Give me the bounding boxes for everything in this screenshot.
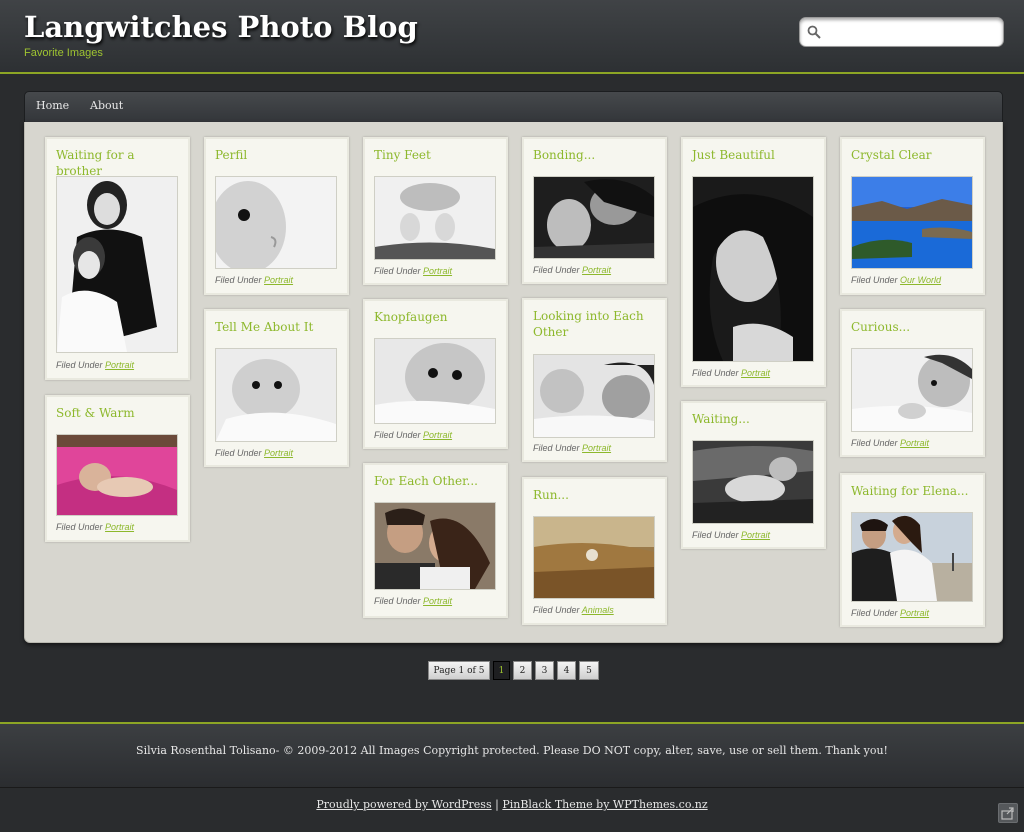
- post-meta: Filed Under Portrait: [374, 266, 453, 276]
- category-link[interactable]: Portrait: [105, 522, 134, 532]
- post-thumbnail[interactable]: [215, 348, 337, 442]
- post-card[interactable]: Just Beautiful Filed Under Portrait: [681, 137, 826, 387]
- post-title[interactable]: Soft & Warm: [56, 405, 181, 421]
- category-link[interactable]: Portrait: [900, 438, 929, 448]
- post-title[interactable]: Tiny Feet: [374, 147, 499, 163]
- post-thumbnail[interactable]: [374, 338, 496, 424]
- post-title[interactable]: Just Beautiful: [692, 147, 817, 163]
- post-meta: Filed Under Portrait: [851, 608, 930, 618]
- post-thumbnail[interactable]: [851, 348, 973, 432]
- category-link[interactable]: Portrait: [582, 265, 611, 275]
- post-title[interactable]: Looking into Each Other: [533, 308, 658, 340]
- main-nav: Home About: [24, 91, 1003, 123]
- post-meta: Filed Under Portrait: [692, 368, 771, 378]
- post-thumbnail[interactable]: [692, 440, 814, 524]
- post-thumbnail[interactable]: [374, 176, 496, 260]
- theme-link[interactable]: PinBlack Theme by WPThemes.co.nz: [502, 798, 707, 811]
- category-link[interactable]: Portrait: [741, 530, 770, 540]
- site-header: Langwitches Photo Blog Favorite Images: [0, 0, 1024, 74]
- post-title[interactable]: Bonding...: [533, 147, 658, 163]
- post-thumbnail[interactable]: [851, 176, 973, 269]
- copyright-notice: Silvia Rosenthal Tolisano- © 2009-2012 A…: [136, 744, 888, 757]
- page-link-5[interactable]: 5: [579, 661, 599, 680]
- category-link[interactable]: Our World: [900, 275, 941, 285]
- post-meta: Filed Under Portrait: [56, 522, 135, 532]
- page-link-1[interactable]: 1: [493, 661, 510, 680]
- post-card[interactable]: Tell Me About It Filed Under Portrait: [204, 309, 349, 467]
- category-link[interactable]: Portrait: [423, 266, 452, 276]
- post-meta: Filed Under Portrait: [851, 438, 930, 448]
- post-title[interactable]: Waiting for a brother: [56, 147, 181, 179]
- share-icon[interactable]: [998, 803, 1018, 823]
- post-card[interactable]: Run... Filed Under Animals: [522, 477, 667, 625]
- post-meta: Filed Under Portrait: [56, 360, 135, 370]
- category-link[interactable]: Portrait: [105, 360, 134, 370]
- page-link-3[interactable]: 3: [535, 661, 554, 680]
- search-icon: [807, 25, 821, 39]
- post-title[interactable]: Waiting...: [692, 411, 817, 427]
- post-thumbnail[interactable]: [533, 354, 655, 438]
- post-card[interactable]: Perfil Filed Under Portrait: [204, 137, 349, 295]
- category-link[interactable]: Portrait: [741, 368, 770, 378]
- post-card[interactable]: Bonding... Filed Under Portrait: [522, 137, 667, 284]
- post-meta: Filed Under Portrait: [374, 596, 453, 606]
- post-thumbnail[interactable]: [56, 176, 178, 353]
- post-card[interactable]: Tiny Feet Filed Under Portrait: [363, 137, 508, 285]
- page-link-4[interactable]: 4: [557, 661, 576, 680]
- post-meta: Filed Under Portrait: [533, 443, 612, 453]
- post-meta: Filed Under Portrait: [215, 448, 294, 458]
- credits-separator: |: [495, 798, 499, 811]
- pagination-label: Page 1 of 5: [428, 661, 490, 680]
- post-title[interactable]: For Each Other...: [374, 473, 499, 489]
- post-meta: Filed Under Portrait: [215, 275, 294, 285]
- post-title[interactable]: Tell Me About It: [215, 319, 340, 335]
- post-meta: Filed Under Portrait: [533, 265, 612, 275]
- post-card[interactable]: For Each Other... Filed Under Portrait: [363, 463, 508, 618]
- post-meta: Filed Under Our World: [851, 275, 942, 285]
- post-title[interactable]: Perfil: [215, 147, 340, 163]
- post-meta: Filed Under Portrait: [692, 530, 771, 540]
- post-thumbnail[interactable]: [533, 516, 655, 599]
- post-title[interactable]: Crystal Clear: [851, 147, 976, 163]
- post-thumbnail[interactable]: [533, 176, 655, 259]
- post-card[interactable]: Soft & Warm Filed Under Portrait: [45, 395, 190, 542]
- post-title[interactable]: Run...: [533, 487, 658, 503]
- post-title[interactable]: Waiting for Elena...: [851, 483, 976, 499]
- site-title[interactable]: Langwitches Photo Blog: [24, 10, 418, 44]
- post-card[interactable]: Knopfaugen Filed Under Portrait: [363, 299, 508, 449]
- post-thumbnail[interactable]: [56, 434, 178, 516]
- post-thumbnail[interactable]: [692, 176, 814, 362]
- post-thumbnail[interactable]: [851, 512, 973, 602]
- post-title[interactable]: Knopfaugen: [374, 309, 499, 325]
- post-card[interactable]: Crystal Clear Filed Under Our World: [840, 137, 985, 295]
- post-card[interactable]: Waiting for a brother Filed Under Portra…: [45, 137, 190, 380]
- post-card[interactable]: Waiting... Filed Under Portrait: [681, 401, 826, 549]
- category-link[interactable]: Portrait: [582, 443, 611, 453]
- post-grid: Waiting for a brother Filed Under Portra…: [24, 122, 1003, 643]
- post-meta: Filed Under Portrait: [374, 430, 453, 440]
- post-thumbnail[interactable]: [215, 176, 337, 269]
- post-thumbnail[interactable]: [374, 502, 496, 590]
- post-card[interactable]: Waiting for Elena... Filed Under Portrai…: [840, 473, 985, 627]
- category-link[interactable]: Portrait: [264, 275, 293, 285]
- post-card[interactable]: Looking into Each Other Filed Under Port…: [522, 298, 667, 462]
- category-link[interactable]: Animals: [582, 605, 614, 615]
- category-link[interactable]: Portrait: [423, 430, 452, 440]
- nav-item-home[interactable]: Home: [36, 99, 69, 112]
- search-box[interactable]: [799, 17, 1004, 47]
- page-link-2[interactable]: 2: [513, 661, 532, 680]
- site-description: Favorite Images: [24, 47, 103, 59]
- search-input[interactable]: [824, 23, 1000, 43]
- post-card[interactable]: Curious... Filed Under Portrait: [840, 309, 985, 457]
- footer-credits: Proudly powered by WordPress | PinBlack …: [0, 798, 1024, 811]
- wordpress-link[interactable]: Proudly powered by WordPress: [316, 798, 491, 811]
- post-meta: Filed Under Animals: [533, 605, 614, 615]
- category-link[interactable]: Portrait: [264, 448, 293, 458]
- category-link[interactable]: Portrait: [900, 608, 929, 618]
- post-title[interactable]: Curious...: [851, 319, 976, 335]
- nav-item-about[interactable]: About: [90, 99, 123, 112]
- category-link[interactable]: Portrait: [423, 596, 452, 606]
